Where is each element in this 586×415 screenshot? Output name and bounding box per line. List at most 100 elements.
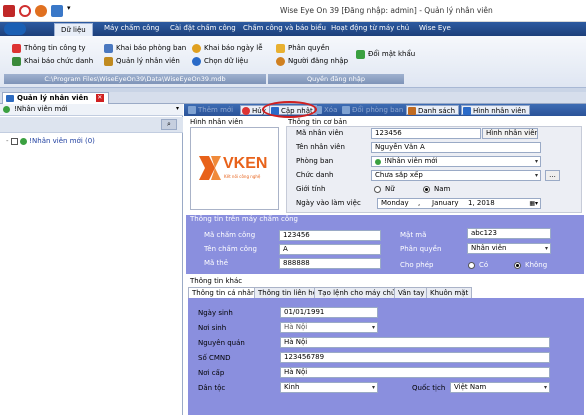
issue-place-field[interactable]: Hà Nội [280, 367, 550, 378]
nationality-select[interactable]: Việt Nam ▾ [450, 382, 550, 393]
change-department-button[interactable]: Đổi phòng ban [341, 105, 403, 115]
dob-field[interactable]: 01/01/1991 [280, 307, 378, 318]
add-new-button[interactable]: Thêm mới [187, 105, 233, 115]
name-label: Tên nhân viên [296, 143, 345, 151]
title-bar: ▾ Wise Eye On 39 [Đăng nhập: admin] - Qu… [0, 0, 586, 22]
tree-header-dropdown-icon[interactable]: ▾ [176, 105, 179, 112]
dept-label: Phòng ban [296, 157, 334, 165]
allow-no-radio[interactable] [514, 262, 521, 269]
pob-select[interactable]: Hà Nội ▾ [280, 322, 378, 333]
menu-cham-cong-bao-bieu[interactable]: Chấm công và báo biểu [243, 24, 326, 32]
ethnic-select[interactable]: Kinh ▾ [280, 382, 378, 393]
start-date-picker[interactable]: Monday , January 1, 2018 ▦▾ [377, 198, 541, 209]
other-section-title: Thông tin khác [190, 277, 243, 285]
att-id-field[interactable]: 123456 [279, 230, 381, 241]
chevron-down-icon: ▾ [543, 384, 547, 391]
date-weekday: Monday [381, 199, 409, 207]
info-icon[interactable] [19, 5, 31, 17]
menu-wise-eye[interactable]: Wise Eye [419, 24, 451, 32]
quick-access-dropdown-icon[interactable]: ▾ [67, 4, 75, 16]
tab-contact-info[interactable]: Thông tin liên hệ [254, 287, 322, 298]
date-day-year: 1, 2018 [468, 199, 495, 207]
tree-expand-icon[interactable]: - [6, 137, 9, 145]
date-separator: , [418, 199, 421, 207]
list-label: Danh sách [418, 107, 455, 115]
permission-icon [276, 44, 285, 53]
check-icon [3, 106, 10, 113]
machine-section-title: Thông tin trên máy chấm công [190, 215, 298, 223]
password-field[interactable]: abc123 [467, 228, 551, 239]
add-new-label: Thêm mới [198, 106, 234, 114]
menu-du-lieu[interactable]: Dữ liệu [54, 23, 93, 36]
tab-quan-ly-nhan-vien[interactable]: Quản lý nhân viên ✕ [2, 92, 109, 104]
employee-photo: VKEN Kết nối công nghệ [190, 127, 279, 210]
gender-female-radio[interactable] [374, 186, 381, 193]
main-toolbar: Thêm mới Hủy Cập nhật Xóa Đổi phòng ban … [184, 104, 586, 116]
select-data-button[interactable]: Chọn dữ liệu [204, 57, 248, 65]
change-department-label: Đổi phòng ban [352, 106, 404, 114]
tree-checkbox[interactable] [10, 137, 18, 145]
allow-no-label: Không [525, 261, 548, 269]
company-info-button[interactable]: Thông tin công ty [24, 44, 86, 52]
role-select[interactable]: Nhân viên ▾ [467, 243, 551, 254]
window-title: Wise Eye On 39 [Đăng nhập: admin] - Quản… [280, 6, 493, 15]
password-label: Mật mã [400, 231, 427, 239]
close-tab-icon[interactable]: ✕ [95, 94, 104, 102]
highlight-circle [262, 101, 317, 118]
tree-search-bar: ⌕ [0, 117, 183, 133]
tab-fingerprint[interactable]: Vân tay [394, 287, 429, 298]
chevron-down-icon: ▾ [371, 384, 375, 391]
id-no-field[interactable]: 123456789 [280, 352, 550, 363]
tab-label: Quản lý nhân viên [17, 94, 89, 102]
gender-male-label: Nam [434, 185, 451, 193]
nationality-value: Việt Nam [454, 383, 487, 391]
dept-select[interactable]: !Nhân viên mới ▾ [371, 156, 541, 167]
photo-button[interactable]: Hình nhân viên [461, 105, 530, 115]
id-no-label: Số CMND [198, 354, 231, 362]
login-group-label: Quyền đăng nhập [268, 74, 404, 84]
ethnic-value: Kinh [284, 383, 300, 391]
search-icon[interactable]: ⌕ [161, 119, 177, 130]
app-menu-icon[interactable] [4, 23, 26, 35]
card-field[interactable]: 888888 [279, 258, 381, 269]
ethnic-label: Dân tộc [198, 384, 226, 392]
origin-field[interactable]: Hà Nội [280, 337, 550, 348]
tab-server-command[interactable]: Tạo lệnh cho máy chủ [314, 287, 400, 298]
refresh-icon[interactable] [51, 5, 63, 17]
name-field[interactable]: Nguyễn Văn A [371, 142, 541, 153]
menu-hoat-dong-may-chu[interactable]: Hoạt động từ máy chủ [331, 24, 409, 32]
department-icon [104, 44, 113, 53]
staff-tab-icon [6, 95, 14, 102]
list-icon [408, 107, 416, 115]
data-group-path: C:\Program Files\WiseEyeOn39\Data\WiseEy… [4, 74, 266, 84]
gender-label: Giới tính [296, 185, 326, 193]
menu-cai-dat-cham-cong[interactable]: Cài đặt chấm công [170, 24, 236, 32]
stop-icon[interactable] [35, 5, 47, 17]
calendar-icon[interactable]: ▦▾ [529, 199, 538, 208]
permission-button[interactable]: Phân quyền [288, 44, 329, 52]
allow-yes-radio[interactable] [468, 262, 475, 269]
tab-face[interactable]: Khuôn mặt [426, 287, 473, 298]
chevron-down-icon: ▾ [544, 245, 548, 252]
change-password-button[interactable]: Đổi mật khẩu [368, 50, 415, 58]
delete-label: Xóa [324, 106, 338, 114]
position-more-button[interactable]: ... [545, 170, 560, 181]
photo-field-button[interactable]: Hình nhân viên [482, 128, 538, 139]
position-button[interactable]: Khai báo chức danh [24, 57, 93, 65]
menu-may-cham-cong[interactable]: Máy chấm công [104, 24, 159, 32]
emp-id-label: Mã nhân viên [296, 129, 344, 137]
holiday-button[interactable]: Khai báo ngày lễ [204, 44, 263, 52]
staff-button[interactable]: Quản lý nhân viên [116, 57, 180, 65]
logo-subtext: Kết nối công nghệ [224, 174, 261, 179]
att-name-field[interactable]: A [279, 244, 381, 255]
department-button[interactable]: Khai báo phòng ban [116, 44, 186, 52]
tree-item-new-staff[interactable]: - !Nhân viên mới (0) [6, 137, 95, 145]
login-user-button[interactable]: Người đăng nhập [288, 57, 348, 65]
tab-personal-info[interactable]: Thông tin cá nhân [188, 287, 260, 298]
company-icon [12, 44, 21, 53]
emp-id-field[interactable]: 123456 [371, 128, 481, 139]
change-password-icon [356, 50, 365, 59]
gender-male-radio[interactable] [423, 186, 430, 193]
list-button[interactable]: Danh sách [406, 105, 459, 115]
position-select[interactable]: Chưa sắp xếp ▾ [371, 170, 541, 181]
